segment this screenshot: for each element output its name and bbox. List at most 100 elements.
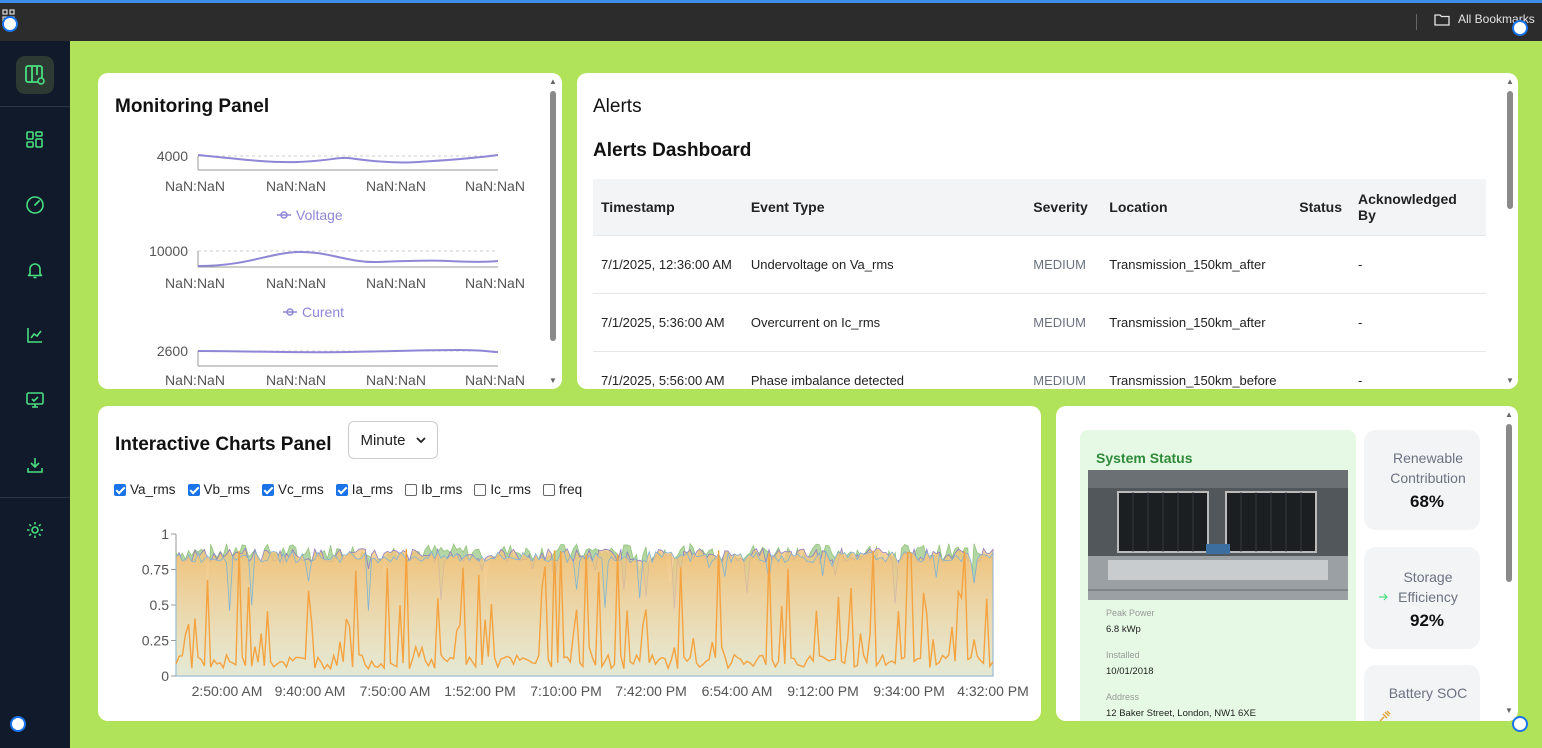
voltage-x-tick: NaN:NaN <box>366 178 426 194</box>
resize-handle[interactable] <box>1512 716 1528 732</box>
voltage-legend[interactable]: Voltage <box>296 207 343 223</box>
current-y-tick: 10000 <box>149 243 188 259</box>
scroll-down-arrow[interactable]: ▼ <box>1504 706 1514 716</box>
voltage-y-tick: 4000 <box>157 148 188 164</box>
x-tick-label: 7:10:00 PM <box>530 683 602 699</box>
browser-bookmarks-bar: All Bookmarks <box>0 0 1542 41</box>
status-cell <box>1291 235 1351 294</box>
sidebar-item-dashboard[interactable] <box>16 121 54 159</box>
battery-plug-icon <box>1379 710 1391 721</box>
scroll-up-arrow[interactable]: ▲ <box>548 77 558 87</box>
x-tick-label: 9:12:00 PM <box>787 683 859 699</box>
column-header-severity[interactable]: Severity <box>1025 179 1102 236</box>
severity-cell: MEDIUM <box>1025 235 1102 294</box>
alerts-scrollbar[interactable]: ▲ ▼ <box>1505 73 1515 389</box>
scroll-thumb[interactable] <box>1506 424 1512 582</box>
current-legend[interactable]: Curent <box>302 304 344 320</box>
event-cell: Phase imbalance detected <box>742 351 1026 389</box>
system-status-title: System Status <box>1096 450 1193 466</box>
bell-icon <box>27 263 43 279</box>
table-row[interactable]: 7/1/2025, 5:36:00 AM Overcurrent on Ic_r… <box>593 293 1486 352</box>
event-cell: Overcurrent on Ic_rms <box>742 293 1026 352</box>
sidebar-item-display[interactable] <box>16 381 54 419</box>
status-cell <box>1291 293 1351 352</box>
current-x-tick: NaN:NaN <box>465 275 525 291</box>
x-tick-label: 6:54:00 AM <box>702 683 773 699</box>
third-x-tick: NaN:NaN <box>366 372 426 388</box>
x-tick-label: 4:32:00 PM <box>957 683 1029 699</box>
voltage-x-tick: NaN:NaN <box>165 178 225 194</box>
sidebar-item-monitoring[interactable] <box>16 186 54 224</box>
system-scrollbar[interactable]: ▲ ▼ <box>1504 406 1514 721</box>
status-cell <box>1291 351 1351 389</box>
third-chart: 2600 NaN:NaN NaN:NaN NaN:NaN NaN:NaN <box>157 343 525 388</box>
scroll-up-arrow[interactable]: ▲ <box>1505 77 1515 87</box>
column-header-location[interactable]: Location <box>1101 179 1292 236</box>
column-header-timestamp[interactable]: Timestamp <box>593 179 743 236</box>
acknowledged-cell: - <box>1350 235 1486 294</box>
scroll-up-arrow[interactable]: ▲ <box>1504 410 1514 420</box>
table-row[interactable]: 7/1/2025, 12:36:00 AM Undervoltage on Va… <box>593 235 1486 294</box>
sidebar-item-alerts[interactable] <box>16 251 54 289</box>
location-cell: Transmission_150km_after <box>1101 235 1292 294</box>
kpi-label: Battery SOC <box>1388 685 1468 701</box>
severity-cell: MEDIUM <box>1025 293 1102 352</box>
solar-installation-image <box>1088 470 1348 600</box>
resize-handle[interactable] <box>10 716 26 732</box>
system-panel: System Status Peak Power 6.8 kWp Install… <box>1056 406 1518 721</box>
location-cell: Transmission_150km_before <box>1101 351 1292 389</box>
x-tick-label: 2:50:00 AM <box>192 683 263 699</box>
interactive-charts-panel: Interactive Charts Panel Minute Va_rms V… <box>98 406 1041 721</box>
scroll-thumb[interactable] <box>550 91 556 341</box>
resize-handle[interactable] <box>1512 20 1528 36</box>
sidebar-logo-button[interactable] <box>16 56 54 94</box>
column-header-event-type[interactable]: Event Type <box>742 179 1026 236</box>
current-line <box>197 250 499 267</box>
resize-handle[interactable] <box>2 16 18 32</box>
acknowledged-cell: - <box>1350 293 1486 352</box>
monitoring-charts: 4000 NaN:NaN NaN:NaN NaN:NaN NaN:NaN Vol… <box>149 148 525 388</box>
x-tick-label: 9:34:00 PM <box>873 683 945 699</box>
y-tick-label: 0.75 <box>142 562 169 578</box>
interactive-area-chart: 1 0.75 0.5 0.25 0 2:50:00 AM 9:40:00 AM 7:50:00… <box>142 526 1029 699</box>
voltage-x-tick: NaN:NaN <box>266 178 326 194</box>
y-tick-label: 1 <box>161 526 169 542</box>
address-label: Address <box>1106 692 1140 702</box>
sidebar <box>0 41 70 748</box>
location-cell: Transmission_150km_after <box>1101 293 1292 352</box>
severity-cell: MEDIUM <box>1025 351 1102 389</box>
kpi-storage-efficiency: Storage Efficiency 92% <box>1364 547 1480 649</box>
timestamp-cell: 7/1/2025, 5:56:00 AM <box>593 351 743 389</box>
voltage-x-tick: NaN:NaN <box>465 178 525 194</box>
sidebar-item-download[interactable] <box>16 446 54 484</box>
system-status-card: System Status Peak Power 6.8 kWp Install… <box>1080 430 1356 721</box>
kpi-value: 68% <box>1409 492 1445 511</box>
sidebar-item-settings[interactable] <box>16 511 54 549</box>
sidebar-item-analytics[interactable] <box>16 316 54 354</box>
kpi-value: 92% <box>1409 611 1445 630</box>
voltage-chart: 4000 NaN:NaN NaN:NaN NaN:NaN NaN:NaN Vol… <box>157 148 525 223</box>
scroll-down-arrow[interactable]: ▼ <box>548 376 558 386</box>
installed-value: 10/01/2018 <box>1106 666 1154 677</box>
monitor-icon <box>26 392 44 408</box>
scroll-thumb[interactable] <box>1507 91 1513 209</box>
alerts-table: Timestamp Event Type Severity Location S… <box>593 179 1486 389</box>
x-tick-label: 1:52:00 PM <box>444 683 516 699</box>
table-header-row: Timestamp Event Type Severity Location S… <box>593 179 1486 236</box>
third-x-tick: NaN:NaN <box>165 372 225 388</box>
alerts-panel-title: Alerts <box>593 96 642 117</box>
monitoring-scrollbar[interactable]: ▲ ▼ <box>548 73 558 389</box>
kpi-renewable-contribution: Renewable Contribution 68% <box>1364 430 1480 530</box>
scroll-down-arrow[interactable]: ▼ <box>1505 376 1515 386</box>
y-tick-label: 0 <box>161 668 169 684</box>
third-y-tick: 2600 <box>157 343 188 359</box>
layout-settings-icon <box>25 65 45 85</box>
column-header-acknowledged-by[interactable]: Acknowledged By <box>1350 179 1486 236</box>
y-tick-label: 0.25 <box>142 633 169 649</box>
installed-label: Installed <box>1106 650 1140 660</box>
third-x-tick: NaN:NaN <box>465 372 525 388</box>
x-tick-label: 9:40:00 AM <box>275 683 346 699</box>
column-header-status[interactable]: Status <box>1291 179 1351 236</box>
x-tick-label: 7:50:00 AM <box>360 683 431 699</box>
table-row[interactable]: 7/1/2025, 5:56:00 AM Phase imbalance det… <box>593 351 1486 389</box>
